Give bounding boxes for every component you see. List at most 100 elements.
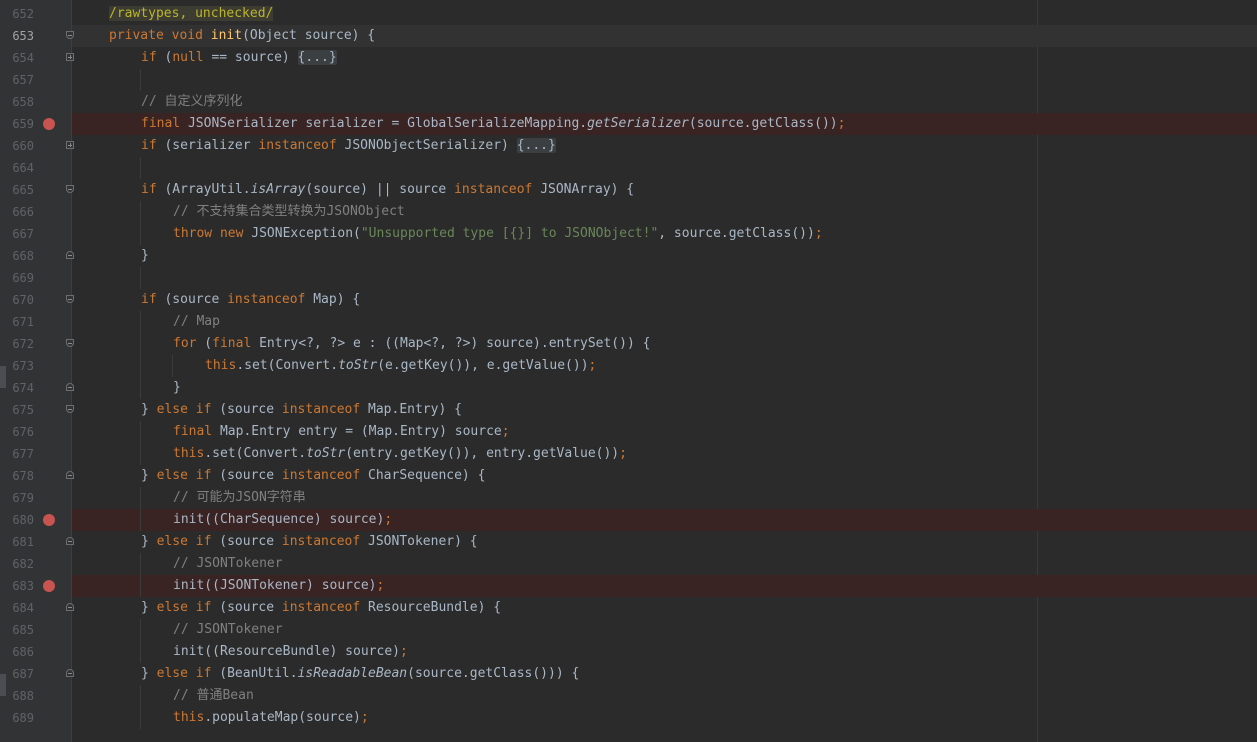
- code-text[interactable]: // 自定义序列化: [141, 91, 242, 113]
- line-number[interactable]: 674: [6, 377, 34, 399]
- fold-expand-icon[interactable]: [66, 141, 74, 149]
- fold-collapse-icon[interactable]: [66, 603, 74, 611]
- code-line[interactable]: 676 final Map.Entry entry = (Map.Entry) s…: [0, 421, 1257, 443]
- folded-region[interactable]: {...}: [516, 138, 556, 153]
- line-number[interactable]: 670: [6, 289, 34, 311]
- line-number[interactable]: 666: [6, 201, 34, 223]
- code-line[interactable]: 653 private void init(Object source) {: [0, 25, 1257, 47]
- line-number[interactable]: 677: [6, 443, 34, 465]
- code-text[interactable]: } else if (source instanceof Map.Entry) …: [141, 399, 462, 421]
- code-line[interactable]: 684 } else if (source instanceof Resource…: [0, 597, 1257, 619]
- code-line[interactable]: 682 // JSONTokener: [0, 553, 1257, 575]
- code-text[interactable]: } else if (source instanceof CharSequenc…: [141, 465, 485, 487]
- line-number[interactable]: 668: [6, 245, 34, 267]
- line-number[interactable]: 685: [6, 619, 34, 641]
- line-number[interactable]: 653: [6, 25, 34, 47]
- code-text[interactable]: private void init(Object source) {: [109, 25, 375, 47]
- code-text[interactable]: // Map: [173, 311, 220, 333]
- breakpoint-icon[interactable]: [43, 514, 55, 526]
- line-number[interactable]: 676: [6, 421, 34, 443]
- code-line[interactable]: 666 // 不支持集合类型转换为JSONObject: [0, 201, 1257, 223]
- code-text[interactable]: init((JSONTokener) source);: [173, 575, 384, 597]
- code-text[interactable]: if (serializer instanceof JSONObjectSeri…: [141, 135, 556, 157]
- breakpoint-icon[interactable]: [43, 580, 55, 592]
- line-number[interactable]: 657: [6, 69, 34, 91]
- code-line[interactable]: 671 // Map: [0, 311, 1257, 333]
- code-text[interactable]: this.set(Convert.toStr(e.getKey()), e.ge…: [205, 355, 596, 377]
- code-line[interactable]: 664: [0, 157, 1257, 179]
- code-line[interactable]: 689 this.populateMap(source);: [0, 707, 1257, 729]
- code-text[interactable]: throw new JSONException("Unsupported typ…: [173, 223, 823, 245]
- code-text[interactable]: final JSONSerializer serializer = Global…: [141, 113, 845, 135]
- code-line[interactable]: 678 } else if (source instanceof CharSequ…: [0, 465, 1257, 487]
- line-number[interactable]: 680: [6, 509, 34, 531]
- code-line[interactable]: 657: [0, 69, 1257, 91]
- code-line[interactable]: 674}: [0, 377, 1257, 399]
- code-text[interactable]: }: [173, 377, 181, 399]
- code-text[interactable]: // JSONTokener: [173, 553, 283, 575]
- code-line[interactable]: 683 init((JSONTokener) source);: [0, 575, 1257, 597]
- fold-collapse-icon[interactable]: [66, 31, 74, 39]
- line-number[interactable]: 654: [6, 47, 34, 69]
- code-line[interactable]: 659 final JSONSerializer serializer = Glo…: [0, 113, 1257, 135]
- line-number[interactable]: 686: [6, 641, 34, 663]
- line-number[interactable]: 665: [6, 179, 34, 201]
- fold-collapse-icon[interactable]: [66, 185, 74, 193]
- code-line[interactable]: 677 this.set(Convert.toStr(entry.getKey()…: [0, 443, 1257, 465]
- fold-expand-icon[interactable]: [66, 53, 74, 61]
- code-text[interactable]: for (final Entry<?, ?> e : ((Map<?, ?>) …: [173, 333, 650, 355]
- code-line[interactable]: 668}: [0, 245, 1257, 267]
- code-text[interactable]: this.set(Convert.toStr(entry.getKey()), …: [173, 443, 627, 465]
- line-number[interactable]: 681: [6, 531, 34, 553]
- code-text[interactable]: // 普通Bean: [173, 685, 254, 707]
- breakpoint-icon[interactable]: [43, 118, 55, 130]
- fold-collapse-icon[interactable]: [66, 471, 74, 479]
- fold-collapse-icon[interactable]: [66, 383, 74, 391]
- code-text[interactable]: } else if (source instanceof JSONTokener…: [141, 531, 478, 553]
- code-text[interactable]: // 可能为JSON字符串: [173, 487, 306, 509]
- code-line[interactable]: 658 // 自定义序列化: [0, 91, 1257, 113]
- code-editor[interactable]: 652/rawtypes, unchecked/653 private void …: [0, 0, 1257, 742]
- code-line[interactable]: 685 // JSONTokener: [0, 619, 1257, 641]
- line-number[interactable]: 678: [6, 465, 34, 487]
- line-number[interactable]: 679: [6, 487, 34, 509]
- line-number[interactable]: 658: [6, 91, 34, 113]
- line-number[interactable]: 683: [6, 575, 34, 597]
- line-number[interactable]: 684: [6, 597, 34, 619]
- code-text[interactable]: // 不支持集合类型转换为JSONObject: [173, 201, 405, 223]
- line-number[interactable]: 689: [6, 707, 34, 729]
- code-line[interactable]: 673 this.set(Convert.toStr(e.getKey()), e…: [0, 355, 1257, 377]
- fold-collapse-icon[interactable]: [66, 339, 74, 347]
- code-line[interactable]: 665 if (ArrayUtil.isArray(source) || sour…: [0, 179, 1257, 201]
- code-text[interactable]: final Map.Entry entry = (Map.Entry) sour…: [173, 421, 510, 443]
- line-number[interactable]: 669: [6, 267, 34, 289]
- fold-collapse-icon[interactable]: [66, 405, 74, 413]
- code-text[interactable]: } else if (BeanUtil.isReadableBean(sourc…: [141, 663, 579, 685]
- line-number[interactable]: 664: [6, 157, 34, 179]
- code-text[interactable]: }: [141, 245, 149, 267]
- code-text[interactable]: if (ArrayUtil.isArray(source) || source …: [141, 179, 634, 201]
- code-text[interactable]: if (null == source) {...}: [141, 47, 337, 69]
- code-line[interactable]: 654 if (null == source) {...}: [0, 47, 1257, 69]
- line-number[interactable]: 682: [6, 553, 34, 575]
- code-text[interactable]: /rawtypes, unchecked/: [109, 3, 274, 25]
- code-text[interactable]: init((ResourceBundle) source);: [173, 641, 408, 663]
- code-line[interactable]: 670 if (source instanceof Map) {: [0, 289, 1257, 311]
- code-line[interactable]: 660 if (serializer instanceof JSONObjectS…: [0, 135, 1257, 157]
- code-line[interactable]: 669: [0, 267, 1257, 289]
- line-number[interactable]: 688: [6, 685, 34, 707]
- folded-region[interactable]: {...}: [297, 50, 337, 65]
- fold-collapse-icon[interactable]: [66, 251, 74, 259]
- line-number[interactable]: 672: [6, 333, 34, 355]
- code-line[interactable]: 679 // 可能为JSON字符串: [0, 487, 1257, 509]
- code-text[interactable]: init((CharSequence) source);: [173, 509, 392, 531]
- code-text[interactable]: // JSONTokener: [173, 619, 283, 641]
- line-number[interactable]: 671: [6, 311, 34, 333]
- line-number[interactable]: 659: [6, 113, 34, 135]
- code-text[interactable]: } else if (source instanceof ResourceBun…: [141, 597, 501, 619]
- code-line[interactable]: 687} else if (BeanUtil.isReadableBean(so…: [0, 663, 1257, 685]
- code-line[interactable]: 652/rawtypes, unchecked/: [0, 3, 1257, 25]
- code-line[interactable]: 681 } else if (source instanceof JSONToke…: [0, 531, 1257, 553]
- line-number[interactable]: 652: [6, 3, 34, 25]
- code-line[interactable]: 667 throw new JSONException("Unsupported …: [0, 223, 1257, 245]
